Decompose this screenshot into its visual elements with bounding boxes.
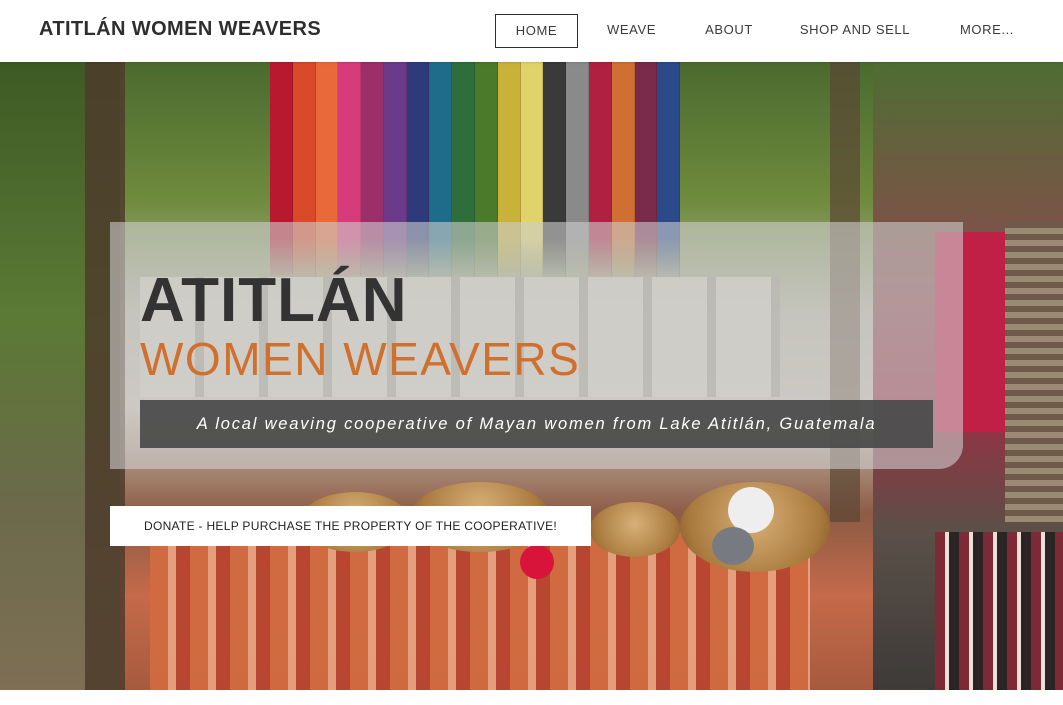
textile-striped — [935, 532, 1063, 690]
site-header: ATITLÁN WOMEN WEAVERS HOME WEAVE ABOUT S… — [0, 0, 1063, 62]
hero-subtitle: WOMEN WEAVERS — [140, 333, 581, 385]
donate-button-label: DONATE - HELP PURCHASE THE PROPERTY OF T… — [143, 519, 558, 533]
nav-shop-and-sell[interactable]: SHOP AND SELL — [791, 14, 919, 46]
tagline-text: A local weaving cooperative of Mayan wom… — [196, 415, 877, 433]
nav-weave[interactable]: WEAVE — [595, 14, 668, 46]
nav-about[interactable]: ABOUT — [693, 14, 765, 46]
nav-more[interactable]: MORE... — [947, 14, 1027, 46]
hero-section: ATITLÁN WOMEN WEAVERS A local weaving co… — [0, 62, 1063, 690]
hero-title: ATITLÁN — [140, 266, 408, 335]
site-title[interactable]: ATITLÁN WOMEN WEAVERS — [39, 18, 321, 41]
basket — [590, 502, 680, 557]
nav-home[interactable]: HOME — [495, 14, 578, 48]
yarn-ball — [712, 527, 754, 565]
donate-button[interactable]: DONATE - HELP PURCHASE THE PROPERTY OF T… — [110, 506, 591, 546]
tagline-box: A local weaving cooperative of Mayan wom… — [140, 400, 933, 448]
yarn-ball — [520, 545, 554, 579]
textile-stack — [1005, 222, 1063, 522]
